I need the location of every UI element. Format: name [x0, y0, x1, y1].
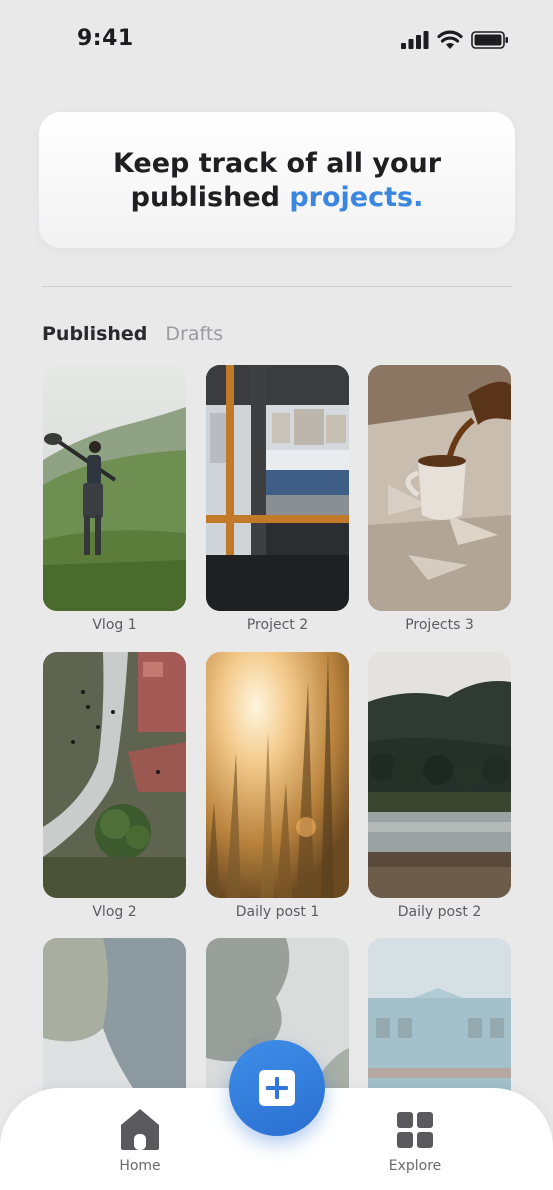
- project-thumbnail-daily-post-1[interactable]: [206, 652, 349, 898]
- project-title: Vlog 2: [92, 904, 137, 920]
- project-title: Vlog 1: [92, 617, 137, 633]
- section-divider: [42, 286, 512, 287]
- home-icon: [121, 1109, 159, 1150]
- nav-explore-label: Explore: [388, 1158, 442, 1174]
- status-icons: [401, 30, 509, 49]
- project-tabs: Published Drafts: [42, 323, 223, 345]
- battery-icon: [471, 30, 508, 49]
- nav-home-label: Home: [119, 1158, 161, 1174]
- project-thumbnail-projects-3[interactable]: [368, 365, 511, 611]
- add-project-button[interactable]: [229, 1040, 325, 1136]
- cellular-signal-icon: [401, 30, 429, 49]
- project-thumbnail-project-2[interactable]: [206, 365, 349, 611]
- project-thumbnail-daily-post-2[interactable]: [368, 652, 511, 898]
- grid-icon: [397, 1112, 433, 1148]
- project-thumbnail-vlog-2[interactable]: [43, 652, 186, 898]
- hero-card: Keep track of all your published project…: [39, 112, 515, 248]
- nav-home[interactable]: Home: [95, 1108, 185, 1174]
- hero-line-1: Keep track of all your: [112, 148, 442, 179]
- nav-explore[interactable]: Explore: [370, 1108, 460, 1174]
- plus-icon: [259, 1070, 295, 1106]
- project-title: Daily post 2: [397, 904, 482, 920]
- hero-line-2: published projects.: [39, 181, 515, 215]
- hero-accent-text: projects.: [289, 182, 424, 213]
- tab-published[interactable]: Published: [42, 323, 147, 345]
- status-time: 9:41: [77, 26, 134, 51]
- wifi-icon: [437, 30, 463, 49]
- project-title: Project 2: [246, 617, 309, 633]
- project-title: Daily post 1: [235, 904, 320, 920]
- status-bar: 9:41: [0, 0, 553, 80]
- project-title: Projects 3: [405, 617, 474, 633]
- project-thumbnail-vlog-1[interactable]: [43, 365, 186, 611]
- hero-line-2-text: published: [130, 182, 290, 213]
- tab-drafts[interactable]: Drafts: [165, 323, 223, 345]
